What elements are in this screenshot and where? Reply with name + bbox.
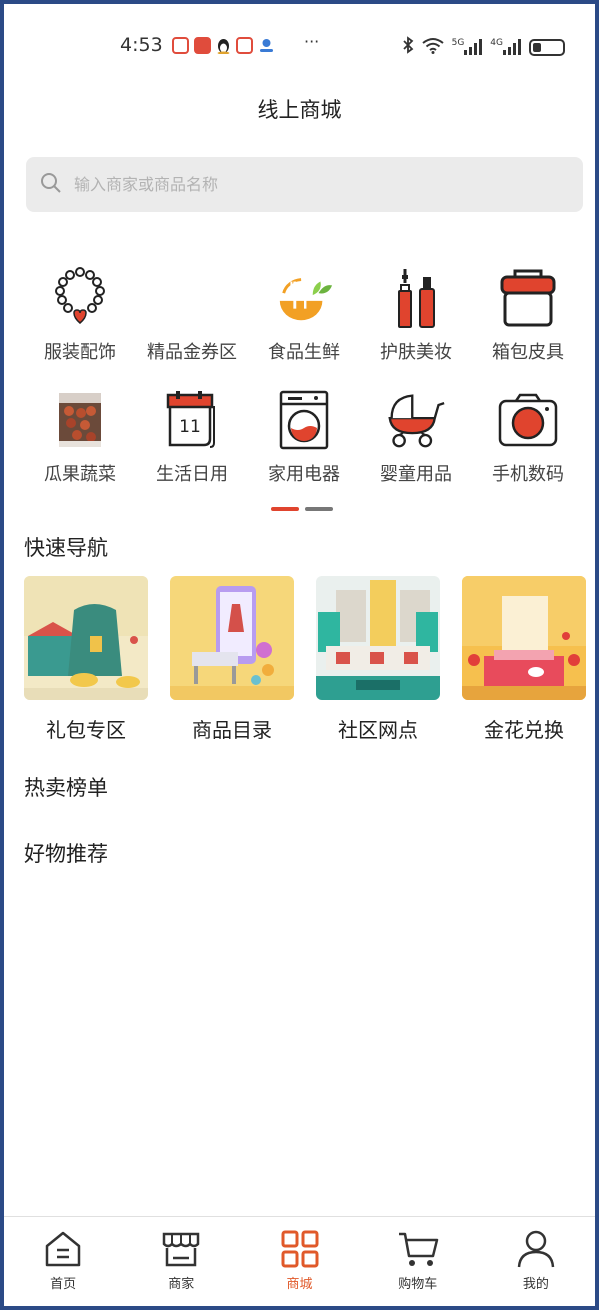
quick-nav-label: 社区网点: [338, 718, 418, 742]
stroller-icon: [386, 388, 446, 452]
wifi-icon: [421, 37, 444, 58]
search-icon: [40, 172, 62, 198]
category-label: 瓜果蔬菜: [44, 464, 116, 485]
tab-profile[interactable]: 我的: [477, 1217, 595, 1306]
tab-label: 商城: [286, 1277, 313, 1292]
category-label: 婴童用品: [380, 464, 452, 485]
bottom-tab-bar: 首页 商家 商城 购物车 我的: [4, 1216, 595, 1306]
signal-label: 5G: [451, 38, 465, 48]
battery-level: [533, 42, 541, 52]
tab-label: 购物车: [398, 1277, 438, 1292]
tab-label: 商家: [168, 1277, 195, 1292]
quick-nav-label: 礼包专区: [46, 718, 126, 742]
bag-icon: [498, 266, 558, 330]
catalog-image: [170, 576, 294, 700]
category-cosmetics[interactable]: 护肤美妆: [360, 266, 472, 364]
section-quick-nav: 快速导航: [24, 536, 108, 560]
category-label: 精品金券区: [147, 342, 237, 363]
cosmetics-icon: [386, 266, 446, 330]
category-grid: 服装配饰 精品金券区 食品生鲜 护肤美妆 箱包皮具 瓜果蔬菜 11 生活日用 家…: [24, 266, 584, 486]
user-icon: [514, 1227, 558, 1271]
category-pager: [271, 507, 333, 511]
phone-frame: 4:53 ··· 5G 4G 线上商城 输入商家或商品名称 服装配饰 精品金券区…: [0, 0, 599, 1310]
notification-icons: [172, 37, 273, 55]
signal-label: 4G: [490, 38, 503, 48]
signal-4g-icon: 4G: [490, 39, 521, 55]
category-baby[interactable]: 婴童用品: [360, 388, 472, 486]
category-bags[interactable]: 箱包皮具: [472, 266, 584, 364]
category-label: 手机数码: [492, 464, 564, 485]
calendar-icon: 11: [162, 388, 222, 452]
notification-app-icon: [236, 37, 253, 54]
pager-dot-active[interactable]: [271, 507, 299, 511]
tab-cart[interactable]: 购物车: [359, 1217, 477, 1306]
category-clothing[interactable]: 服装配饰: [24, 266, 136, 364]
notification-app-icon: [194, 37, 211, 54]
battery-icon: [529, 38, 565, 56]
category-gold-voucher[interactable]: 精品金券区: [136, 266, 248, 364]
status-right: 5G 4G: [402, 36, 565, 58]
signal-5g-icon: 5G: [452, 39, 483, 55]
section-hot-list: 热卖榜单: [24, 776, 108, 800]
tab-mall[interactable]: 商城: [240, 1217, 358, 1306]
fork-spoon-icon: [274, 266, 334, 330]
gift-image: [24, 576, 148, 700]
section-recommend: 好物推荐: [24, 842, 108, 866]
quick-nav-label: 商品目录: [192, 718, 272, 742]
page-title: 线上商城: [257, 98, 342, 122]
category-label: 食品生鲜: [268, 342, 340, 363]
camera-icon: [498, 388, 558, 452]
penguin-icon: [216, 37, 231, 55]
community-image: [316, 576, 440, 700]
category-label: 家用电器: [268, 464, 340, 485]
search-input[interactable]: [74, 175, 514, 194]
bluetooth-icon: [402, 36, 414, 58]
cart-icon: [396, 1227, 440, 1271]
exchange-image: [462, 576, 586, 700]
category-label: 服装配饰: [44, 342, 116, 363]
pager-dot[interactable]: [305, 507, 333, 511]
blank-icon: [162, 266, 222, 330]
category-label: 箱包皮具: [492, 342, 564, 363]
weather-icon: [258, 37, 273, 54]
status-time: 4:53: [120, 34, 163, 56]
tab-label: 首页: [50, 1277, 77, 1292]
status-bar: 4:53 ··· 5G 4G: [4, 32, 595, 62]
calendar-day: 11: [179, 417, 201, 437]
more-notifications: ···: [304, 32, 320, 51]
store-icon: [159, 1227, 203, 1271]
category-daily[interactable]: 11 生活日用: [136, 388, 248, 486]
quick-nav-label: 金花兑换: [484, 718, 564, 742]
quick-nav-gift[interactable]: 礼包专区: [24, 576, 148, 743]
category-digital[interactable]: 手机数码: [472, 388, 584, 486]
grid-icon: [278, 1227, 322, 1271]
home-icon: [41, 1227, 85, 1271]
tab-merchants[interactable]: 商家: [122, 1217, 240, 1306]
category-appliances[interactable]: 家用电器: [248, 388, 360, 486]
tab-label: 我的: [522, 1277, 549, 1292]
category-fruits[interactable]: 瓜果蔬菜: [24, 388, 136, 486]
quick-nav-community[interactable]: 社区网点: [316, 576, 440, 743]
notification-app-icon: [172, 37, 189, 54]
necklace-icon: [50, 266, 110, 330]
fruit-photo-icon: [50, 388, 110, 452]
category-label: 护肤美妆: [380, 342, 452, 363]
quick-nav-list: 礼包专区 商品目录 社区网点 金花兑换: [24, 576, 586, 743]
quick-nav-catalog[interactable]: 商品目录: [170, 576, 294, 743]
tab-home[interactable]: 首页: [4, 1217, 122, 1306]
quick-nav-exchange[interactable]: 金花兑换: [462, 576, 586, 743]
category-food[interactable]: 食品生鲜: [248, 266, 360, 364]
washing-machine-icon: [274, 388, 334, 452]
category-label: 生活日用: [156, 464, 228, 485]
search-bar[interactable]: [26, 157, 583, 212]
